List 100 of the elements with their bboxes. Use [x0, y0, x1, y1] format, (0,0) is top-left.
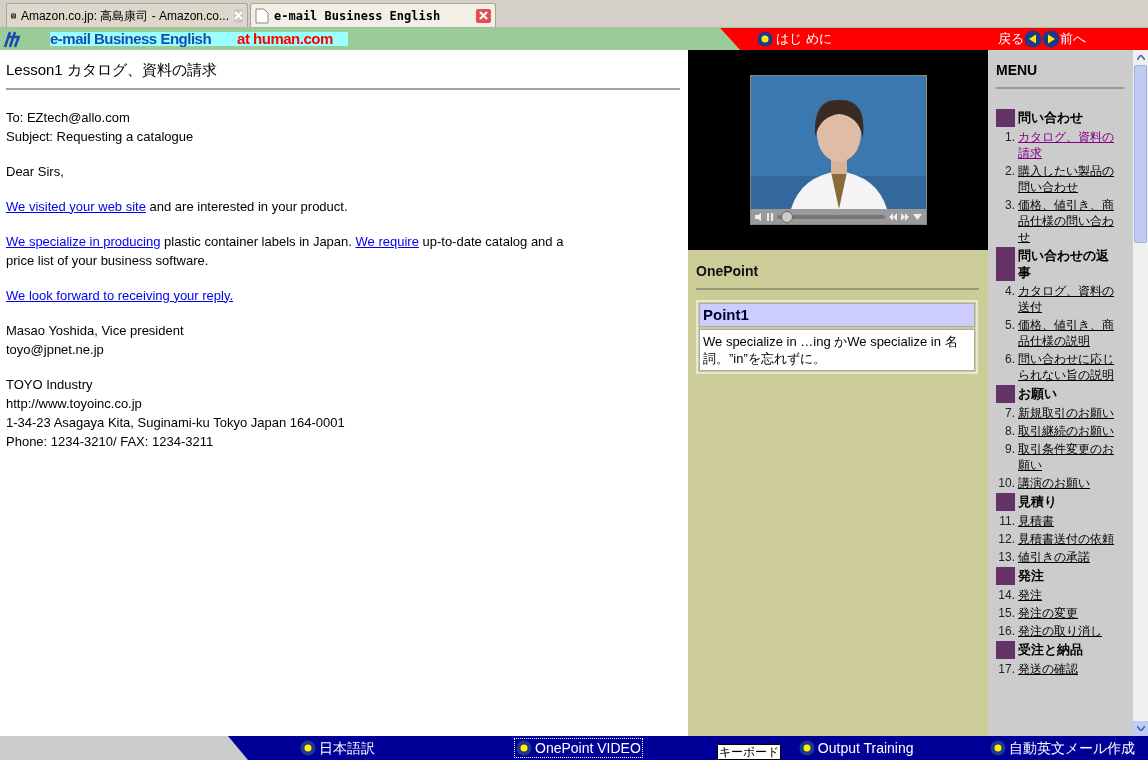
onepoint-title: OnePoint — [696, 261, 979, 290]
pause-icon[interactable] — [766, 212, 773, 221]
next-label: 前へ — [1060, 30, 1086, 49]
email-link[interactable]: We look forward to receiving your reply. — [6, 287, 234, 303]
email-text: toyo@jpnet.ne.jp — [6, 341, 104, 357]
brand-title: e-mail Business English — [50, 28, 212, 49]
email-text: plastic container labels in Japan. — [163, 233, 353, 249]
email-text: Masao Yoshida, Vice president — [6, 322, 184, 338]
section-marker — [996, 247, 1015, 281]
email-text: To: EZtech@allo.com — [6, 109, 130, 125]
dot-icon — [757, 31, 773, 47]
item-number: 9. — [1004, 441, 1016, 458]
menu-link[interactable]: 見積書送付の依頼 — [1018, 531, 1122, 547]
menu-link[interactable]: 発注の取り消し — [1018, 623, 1122, 639]
section-heading: 受注と納品 — [1018, 641, 1084, 658]
section-heading: 問い合わせの返事 — [1018, 247, 1110, 281]
point-title: Point1 — [699, 303, 975, 327]
email-text: Dear Sirs, — [6, 163, 64, 179]
item-number: 15. — [997, 605, 1016, 621]
section-marker — [996, 493, 1015, 511]
item-number: 11. — [998, 513, 1016, 529]
menu-link[interactable]: 講演のお願い — [1018, 475, 1122, 491]
close-icon[interactable] — [476, 8, 491, 23]
dropdown-icon[interactable] — [912, 213, 922, 220]
scroll-down-icon[interactable] — [1136, 726, 1145, 731]
email-text: Phone: 1234-3210/ FAX: 1234-3211 — [6, 433, 214, 449]
menu-title: MENU — [996, 60, 1124, 89]
back-label: 戻る — [998, 30, 1024, 49]
scroll-thumb[interactable] — [1134, 65, 1147, 243]
menu-link[interactable]: 発送の確認 — [1018, 661, 1122, 677]
bottom-nav-button[interactable]: 自動英文メール作成 — [987, 738, 1137, 758]
menu-link[interactable]: 発注の変更 — [1018, 605, 1122, 621]
item-number: 10. — [997, 475, 1016, 491]
menu-link[interactable]: 購入したい製品の問い合わせ — [1018, 163, 1122, 195]
item-number: 3. — [1004, 197, 1016, 214]
menu-link[interactable]: 発注 — [1018, 587, 1122, 603]
site-name: at human.com — [237, 28, 333, 49]
item-number: 13. — [997, 549, 1016, 565]
email-link[interactable]: We specialize in producing — [6, 233, 161, 249]
item-number: 16. — [997, 623, 1016, 639]
menu-link[interactable]: 取引条件変更のお願い — [1018, 441, 1122, 473]
start-button[interactable]: はじ めに — [757, 29, 832, 49]
email-link[interactable]: We require — [355, 233, 419, 249]
section-heading: 問い合わせ — [1018, 109, 1084, 126]
item-number: 2. — [1004, 163, 1016, 180]
section-marker — [996, 385, 1015, 403]
scrollbar[interactable] — [1133, 50, 1148, 736]
section-marker — [996, 109, 1015, 127]
dot-icon — [516, 740, 532, 756]
tab-title: e-mail Business English — [274, 7, 442, 25]
email-text: and are interested in your product. — [148, 198, 348, 214]
bottom-nav-button[interactable]: Output Training — [796, 738, 916, 758]
close-icon[interactable] — [234, 8, 243, 23]
forward-icon[interactable] — [900, 212, 909, 221]
dot-icon — [300, 740, 316, 756]
section-marker — [996, 641, 1015, 659]
point-text: We specialize in …ing かWe specialize in 名詞。”in”を忘れずに。 — [699, 329, 975, 371]
tab-title: Amazon.co.jp: 高島康司 - Amazon.co... — [20, 7, 229, 25]
menu-link[interactable]: カタログ、資料の送付 — [1018, 283, 1122, 315]
item-number: 12. — [997, 531, 1016, 547]
section-heading: 発注 — [1018, 567, 1045, 584]
section-heading: 見積り — [1018, 493, 1058, 510]
bottom-nav-button[interactable]: 日本語訳 — [298, 738, 377, 758]
email-text: up-to-date catalog and a — [421, 233, 564, 249]
item-number: 5. — [1004, 317, 1016, 334]
email-text: Subject: Requesting a catalogue — [6, 128, 194, 144]
item-number: 1. — [1004, 129, 1016, 146]
tooltip: キーボード — [716, 744, 781, 760]
menu-link[interactable]: 値引きの承諾 — [1018, 549, 1122, 565]
menu-link[interactable]: 取引継続のお願い — [1018, 423, 1122, 439]
browser-tab[interactable]: e-mail Business English — [250, 3, 496, 27]
email-text: 1-34-23 Asagaya Kita, Suginami-ku Tokyo Japan 164-0001 — [6, 414, 345, 430]
browser-tab[interactable]: Amazon.co.jp: 高島康司 - Amazon.co... — [6, 3, 248, 27]
seek-thumb[interactable] — [781, 210, 794, 223]
item-number: 6. — [1004, 351, 1016, 368]
menu-link[interactable]: 価格、値引き、商品仕様の説明 — [1018, 317, 1122, 349]
page-icon — [255, 7, 269, 24]
menu-link[interactable]: 価格、値引き、商品仕様の問い合わせ — [1018, 197, 1122, 245]
logo-icon — [2, 30, 22, 48]
section-heading: お願い — [1018, 385, 1058, 402]
item-number: 14. — [997, 587, 1016, 603]
menu-link[interactable]: 新規取引のお願い — [1018, 405, 1122, 421]
email-text: TOYO Industry — [6, 376, 93, 392]
scroll-up-icon[interactable] — [1136, 55, 1145, 60]
email-text: http://www.toyoinc.co.jp — [6, 395, 142, 411]
item-number: 4. — [1004, 283, 1016, 300]
bottom-nav-button[interactable]: OnePoint VIDEO — [514, 738, 643, 758]
item-number: 17. — [997, 661, 1016, 677]
dot-icon — [798, 740, 815, 756]
item-number: 7. — [1004, 405, 1016, 421]
item-number: 8. — [1004, 423, 1016, 439]
rewind-icon[interactable] — [888, 212, 897, 221]
menu-link[interactable]: カタログ、資料の請求 — [1018, 129, 1122, 161]
section-marker — [996, 567, 1015, 585]
speaker-icon[interactable] — [754, 212, 763, 221]
email-link[interactable]: We visited your web site — [6, 198, 146, 214]
menu-link[interactable]: 見積書 — [1018, 513, 1122, 529]
email-text: price list of your business software. — [6, 252, 209, 268]
lesson-title: Lesson1 カタログ、資料の請求 — [6, 59, 680, 90]
menu-link[interactable]: 問い合わせに応じられない旨の説明 — [1018, 351, 1122, 383]
